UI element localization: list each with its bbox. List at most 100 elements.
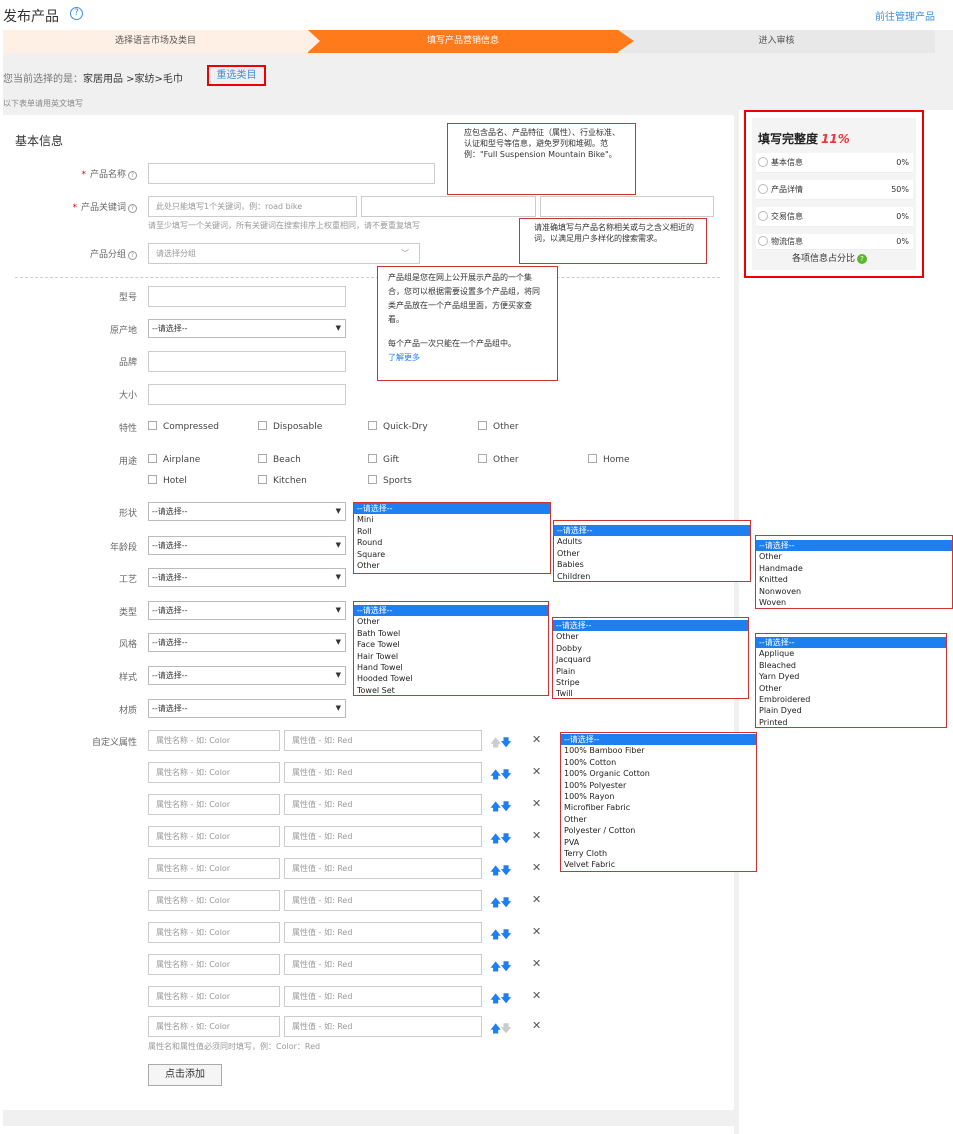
dropdown-option[interactable]: Terry Cloth: [561, 848, 756, 859]
attr-name-input[interactable]: 属性名称 - 如: Color: [148, 826, 280, 847]
remove-icon[interactable]: ✕: [532, 829, 541, 842]
dropdown-option[interactable]: Children: [554, 571, 750, 581]
checkbox-box[interactable]: [368, 421, 377, 430]
move-down-icon[interactable]: 🡇: [500, 800, 511, 813]
dropdown-option[interactable]: Hooded Towel: [354, 673, 548, 684]
craft-dropdown-list[interactable]: --请选择-- Other Handmade Knitted Nonwoven …: [755, 535, 953, 609]
dropdown-option[interactable]: 100% Bamboo Fiber: [561, 745, 756, 756]
dropdown-option[interactable]: Bleached: [756, 660, 946, 671]
move-up-icon[interactable]: 🡅: [490, 896, 501, 909]
dropdown-option[interactable]: Nonwoven: [756, 586, 952, 597]
checkbox-box[interactable]: [478, 454, 487, 463]
dropdown-option[interactable]: Other: [354, 560, 550, 571]
usage-checkbox[interactable]: Other: [478, 454, 519, 465]
dropdown-option[interactable]: Babies: [554, 559, 750, 570]
style-dropdown-list[interactable]: --请选择-- Other Dobby Jacquard Plain Strip…: [552, 617, 749, 699]
checkbox-box[interactable]: [258, 454, 267, 463]
dropdown-option[interactable]: Embroidered: [756, 694, 946, 705]
checkbox-box[interactable]: [148, 475, 157, 484]
feature-checkbox[interactable]: Compressed: [148, 421, 219, 432]
dropdown-option[interactable]: Woven: [756, 597, 952, 608]
pattern-dropdown-list[interactable]: --请选择-- Applique Bleached Yarn Dyed Othe…: [755, 633, 947, 728]
dropdown-option[interactable]: --请选择--: [756, 540, 952, 552]
help-icon[interactable]: ?: [70, 7, 83, 20]
dropdown-option[interactable]: Dobby: [553, 643, 748, 654]
dropdown-option[interactable]: Handmade: [756, 563, 952, 574]
attr-name-input[interactable]: 属性名称 - 如: Color: [148, 762, 280, 783]
dropdown-option[interactable]: Jacquard: [553, 654, 748, 665]
attr-value-input[interactable]: 属性值 - 如: Red: [284, 922, 482, 943]
dropdown-option[interactable]: Other: [561, 814, 756, 825]
attr-value-input[interactable]: 属性值 - 如: Red: [284, 986, 482, 1007]
origin-select[interactable]: --请选择-- ▼: [148, 319, 346, 338]
dropdown-option[interactable]: 100% Organic Cotton: [561, 768, 756, 779]
attr-value-input[interactable]: 属性值 - 如: Red: [284, 890, 482, 911]
material-select[interactable]: --请选择-- ▼: [148, 699, 346, 718]
craft-select[interactable]: --请选择-- ▼: [148, 568, 346, 587]
remove-icon[interactable]: ✕: [532, 765, 541, 778]
help-circle-icon[interactable]: ?: [857, 254, 868, 264]
dropdown-option[interactable]: Mini: [354, 514, 550, 525]
move-down-icon[interactable]: 🡇: [500, 832, 511, 845]
move-up-icon[interactable]: 🡅: [490, 960, 501, 973]
move-down-icon[interactable]: 🡇: [500, 896, 511, 909]
shape-dropdown-list[interactable]: --请选择-- Mini Roll Round Square Other: [353, 502, 551, 574]
dropdown-option[interactable]: Polyester / Cotton: [561, 825, 756, 836]
keyword-input-1[interactable]: 此处只能填写1个关键词，例：road bike: [148, 196, 357, 217]
dropdown-option[interactable]: Velvet Fabric: [561, 859, 756, 870]
move-down-icon[interactable]: 🡇: [500, 768, 511, 781]
product-name-input[interactable]: [148, 163, 435, 184]
attr-name-input[interactable]: 属性名称 - 如: Color: [148, 730, 280, 751]
dropdown-option[interactable]: Plain: [553, 666, 748, 677]
remove-icon[interactable]: ✕: [532, 925, 541, 938]
attr-value-input[interactable]: 属性值 - 如: Red: [284, 794, 482, 815]
attr-name-input[interactable]: 属性名称 - 如: Color: [148, 858, 280, 879]
feature-checkbox[interactable]: Other: [478, 421, 519, 432]
pattern-select[interactable]: --请选择-- ▼: [148, 666, 346, 685]
move-up-icon[interactable]: 🡅: [490, 928, 501, 941]
dropdown-option[interactable]: Printed: [756, 717, 946, 727]
age-select[interactable]: --请选择-- ▼: [148, 536, 346, 555]
dropdown-option[interactable]: Adults: [554, 536, 750, 547]
usage-checkbox[interactable]: Beach: [258, 454, 301, 465]
move-down-icon[interactable]: 🡇: [500, 928, 511, 941]
completeness-footer[interactable]: 各项信息占分比?: [792, 251, 868, 264]
dropdown-option[interactable]: 100% Cotton: [561, 757, 756, 768]
attr-value-input[interactable]: 属性值 - 如: Red: [284, 826, 482, 847]
attr-name-input[interactable]: 属性名称 - 如: Color: [148, 954, 280, 975]
dropdown-option[interactable]: --请选择--: [553, 620, 748, 632]
type-select[interactable]: --请选择-- ▼: [148, 601, 346, 620]
usage-checkbox[interactable]: Kitchen: [258, 475, 307, 486]
dropdown-option[interactable]: PVA: [561, 837, 756, 848]
dropdown-option[interactable]: Other: [756, 683, 946, 694]
dropdown-option[interactable]: Face Towel: [354, 639, 548, 650]
attr-value-input[interactable]: 属性值 - 如: Red: [284, 730, 482, 751]
usage-checkbox[interactable]: Hotel: [148, 475, 187, 486]
question-icon[interactable]: ?: [128, 171, 137, 180]
dropdown-option[interactable]: 100% Rayon: [561, 791, 756, 802]
dropdown-option[interactable]: --请选择--: [561, 734, 756, 746]
dropdown-option[interactable]: --请选择--: [554, 525, 750, 537]
move-down-icon[interactable]: 🡇: [500, 992, 511, 1005]
checkbox-box[interactable]: [258, 475, 267, 484]
dropdown-option[interactable]: Hand Towel: [354, 662, 548, 673]
feature-checkbox[interactable]: Disposable: [258, 421, 322, 432]
attr-name-input[interactable]: 属性名称 - 如: Color: [148, 794, 280, 815]
usage-checkbox[interactable]: Home: [588, 454, 630, 465]
dropdown-option[interactable]: Roll: [354, 526, 550, 537]
dropdown-option[interactable]: Bath Towel: [354, 628, 548, 639]
dropdown-option[interactable]: Other: [354, 616, 548, 627]
group-select[interactable]: 请选择分组 ﹀: [148, 243, 420, 264]
remove-icon[interactable]: ✕: [532, 861, 541, 874]
attr-value-input[interactable]: 属性值 - 如: Red: [284, 954, 482, 975]
checkbox-box[interactable]: [148, 421, 157, 430]
dropdown-option[interactable]: Square: [354, 549, 550, 560]
learn-more-link[interactable]: 了解更多: [388, 351, 547, 365]
remove-icon[interactable]: ✕: [532, 797, 541, 810]
keyword-input-3[interactable]: [540, 196, 714, 217]
dropdown-option[interactable]: Towel Set: [354, 685, 548, 695]
dropdown-option[interactable]: Knitted: [756, 574, 952, 585]
feature-checkbox[interactable]: Quick-Dry: [368, 421, 428, 432]
remove-icon[interactable]: ✕: [532, 733, 541, 746]
checkbox-box[interactable]: [588, 454, 597, 463]
